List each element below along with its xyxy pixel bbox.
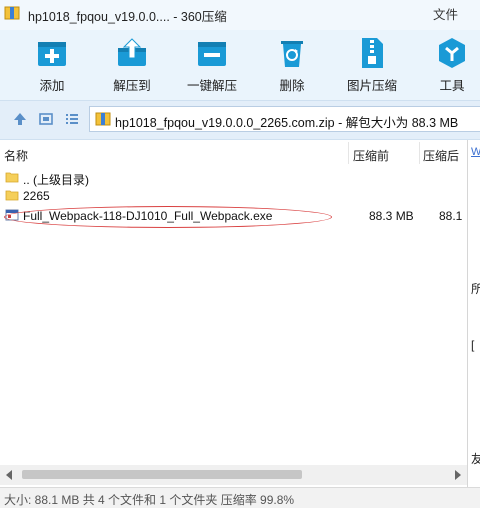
status-text: 大小: 88.1 MB 共 4 个文件和 1 个文件夹 压缩率 99.8% (4, 493, 295, 507)
recycle-bin-icon (281, 41, 303, 67)
address-bar: hp1018_fpqou_v19.0.0.0_2265.com.zip - 解包… (0, 100, 480, 140)
tools-icon (439, 38, 465, 68)
folder-icon (5, 172, 19, 183)
image-compress-button[interactable]: 图片压缩 (332, 36, 412, 94)
path-text: hp1018_fpqou_v19.0.0.0_2265.com.zip - 解包… (115, 116, 459, 130)
list-item-parent-folder[interactable]: .. (上级目录) (0, 169, 467, 187)
extract-to-icon (118, 38, 146, 66)
toolbar: 添加 解压到 一键解压 删除 图片压缩 工具 (0, 30, 480, 100)
one-click-extract-icon (198, 42, 226, 66)
list-item-folder[interactable]: 2265 (0, 187, 467, 205)
column-header-size-after[interactable]: 压缩后 (423, 147, 459, 164)
tools-button[interactable]: 工具 (412, 36, 480, 94)
status-bar: 大小: 88.1 MB 共 4 个文件和 1 个文件夹 压缩率 99.8% (0, 487, 480, 508)
add-button[interactable]: 添加 (12, 36, 92, 94)
title-bar: hp1018_fpqou_v19.0.0.... - 360压缩 文件 (0, 0, 480, 30)
menu-file[interactable]: 文件 (433, 4, 458, 23)
delete-button[interactable]: 删除 (252, 36, 332, 94)
path-field[interactable]: hp1018_fpqou_v19.0.0.0_2265.com.zip - 解包… (89, 106, 480, 132)
extract-to-button[interactable]: 解压到 (92, 36, 172, 94)
column-divider[interactable] (348, 142, 349, 164)
one-click-extract-button[interactable]: 一键解压 (172, 36, 252, 94)
view-list-icon[interactable] (64, 111, 80, 127)
info-link[interactable]: WW (471, 146, 480, 158)
annotation-ellipse (4, 206, 332, 228)
image-compress-icon (362, 38, 383, 68)
file-list: 名称 压缩前 压缩后 .. (上级目录) 2265 Full_Webpack-1… (0, 140, 467, 490)
horizontal-scrollbar[interactable] (0, 465, 467, 485)
folder-icon (5, 190, 19, 201)
scrollbar-thumb[interactable] (22, 470, 302, 479)
column-header-name[interactable]: 名称 (4, 147, 28, 164)
column-divider[interactable] (419, 142, 420, 164)
up-level-icon[interactable] (12, 111, 28, 127)
archive-app-icon (4, 6, 20, 20)
scroll-left-icon[interactable] (6, 470, 12, 480)
view-thumbnail-icon[interactable] (38, 111, 54, 127)
info-pane: WW 所 [ 友 (467, 140, 480, 490)
add-icon (38, 42, 66, 66)
scroll-right-icon[interactable] (455, 470, 461, 480)
column-header-size-before[interactable]: 压缩前 (353, 147, 389, 164)
zip-file-icon (95, 112, 111, 126)
window-title: hp1018_fpqou_v19.0.0.... - 360压缩 (28, 10, 227, 24)
